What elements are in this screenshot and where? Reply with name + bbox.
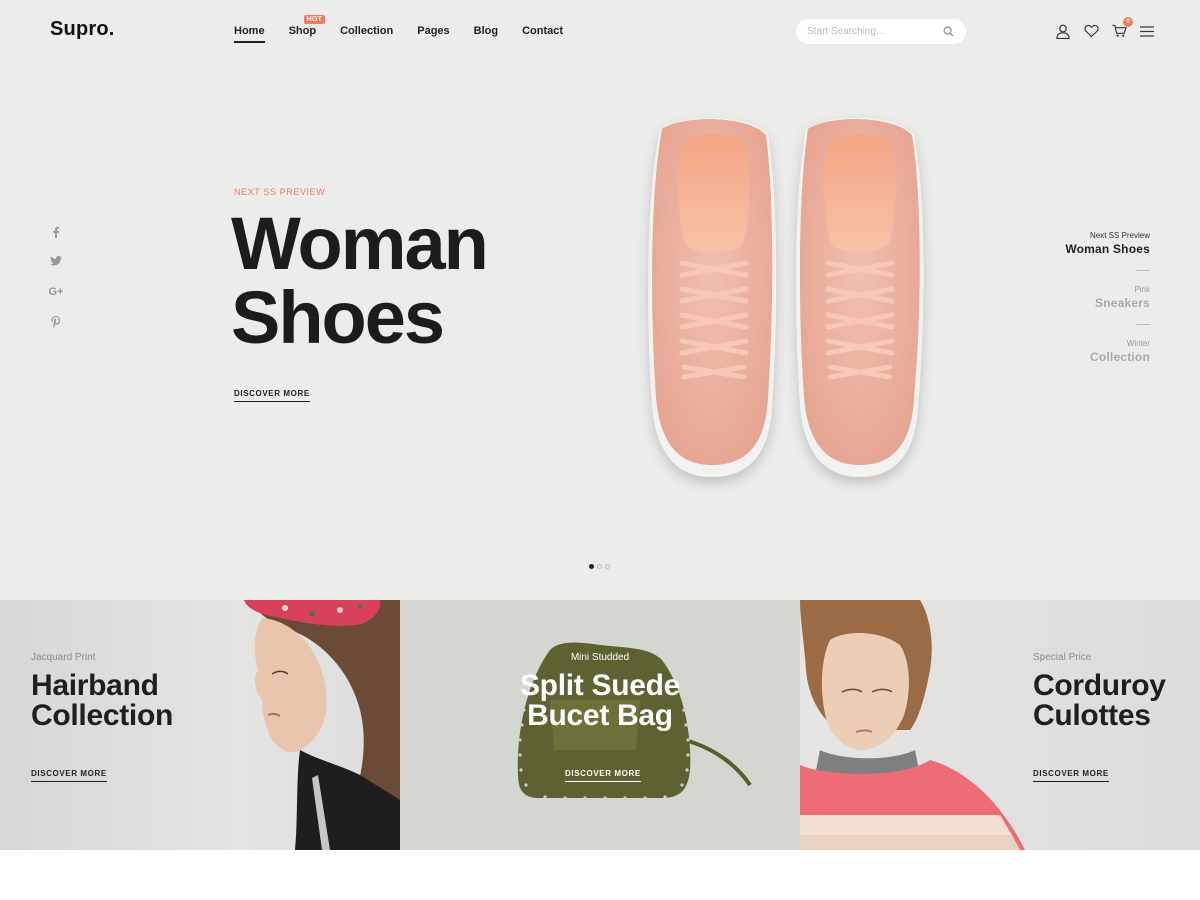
header-actions: 0 <box>1055 17 1155 39</box>
twitter-icon[interactable] <box>47 256 65 272</box>
hero-title: Woman Shoes <box>231 207 591 355</box>
search-box <box>796 19 966 44</box>
slide-sub: Next SS Preview <box>1089 231 1150 240</box>
hero-eyebrow: NEXT SS PREVIEW <box>234 187 326 197</box>
menu-icon[interactable] <box>1139 23 1155 39</box>
slide-name: Woman Shoes <box>1065 242 1150 256</box>
facebook-icon[interactable] <box>47 226 65 242</box>
site-logo[interactable]: Supro. <box>50 18 115 41</box>
hero-title-line2: Shoes <box>231 276 445 359</box>
user-icon[interactable] <box>1055 23 1071 39</box>
banner-subtitle: Jacquard Print <box>31 652 96 663</box>
nav-blog[interactable]: Blog <box>474 25 498 43</box>
banner-discover-button[interactable]: DISCOVER MORE <box>565 769 641 782</box>
slide-divider <box>1136 324 1150 325</box>
social-links: G+ <box>47 226 65 332</box>
nav-home[interactable]: Home <box>234 25 265 43</box>
nav-shop-label: Shop <box>288 25 317 37</box>
banner-title-line2: Bucet Bag <box>527 699 673 732</box>
nav-shop[interactable]: Shop HOT <box>288 15 326 43</box>
slide-name: Sneakers <box>1095 296 1150 310</box>
banner-title-line1: Corduroy <box>1033 669 1166 702</box>
search-input[interactable] <box>807 26 941 37</box>
banner-title: Split Suede Bucet Bag <box>400 671 800 731</box>
slide-link-collection[interactable]: Winter Collection <box>1010 339 1150 364</box>
hero-title-line1: Woman <box>231 202 489 285</box>
banner-hairband: Jacquard Print Hairband Collection DISCO… <box>0 600 400 850</box>
slider-dot-1[interactable] <box>589 564 594 569</box>
cart-count-badge: 0 <box>1123 17 1133 27</box>
hero-discover-button[interactable]: DISCOVER MORE <box>234 389 310 402</box>
cart-icon[interactable]: 0 <box>1111 17 1133 39</box>
search-icon[interactable] <box>941 25 955 39</box>
slide-link-woman-shoes[interactable]: Next SS Preview Woman Shoes <box>1010 231 1150 256</box>
heart-icon[interactable] <box>1083 23 1099 39</box>
main-nav: Home Shop HOT Collection Pages Blog Cont… <box>234 15 587 43</box>
banner-title: Corduroy Culottes <box>1033 671 1200 731</box>
nav-contact[interactable]: Contact <box>522 25 563 43</box>
banner-discover-button[interactable]: DISCOVER MORE <box>1033 769 1109 782</box>
slide-name: Collection <box>1089 350 1150 364</box>
banner-title-line2: Collection <box>31 699 174 732</box>
slide-sub: Pink <box>1134 285 1150 294</box>
slider-dots <box>589 564 610 569</box>
nav-pages[interactable]: Pages <box>417 25 449 43</box>
pinterest-icon[interactable] <box>47 316 65 332</box>
hero-section: Supro. Home Shop HOT Collection Pages Bl… <box>0 0 1200 600</box>
banner-title: Hairband Collection <box>31 671 251 731</box>
hot-badge: HOT <box>303 15 326 24</box>
slider-dot-3[interactable] <box>605 564 610 569</box>
slide-divider <box>1136 270 1150 271</box>
slide-navigation: Next SS Preview Woman Shoes Pink Sneaker… <box>1010 231 1150 364</box>
banner-subtitle: Mini Studded <box>570 652 630 663</box>
banner-subtitle: Special Price <box>1033 652 1092 663</box>
banner-bag: Mini Studded Split Suede Bucet Bag DISCO… <box>400 600 800 850</box>
slider-dot-2[interactable] <box>597 564 602 569</box>
banner-culottes: Special Price Corduroy Culottes DISCOVER… <box>800 600 1200 850</box>
google-plus-icon[interactable]: G+ <box>47 286 65 302</box>
banner-discover-button[interactable]: DISCOVER MORE <box>31 769 107 782</box>
slide-sub: Winter <box>1126 339 1150 348</box>
banner-title-line1: Hairband <box>31 669 159 702</box>
banner-title-line1: Split Suede <box>519 669 681 702</box>
nav-collection[interactable]: Collection <box>340 25 393 43</box>
slide-link-sneakers[interactable]: Pink Sneakers <box>1010 285 1150 310</box>
hero-shoes-image <box>648 117 924 477</box>
banner-title-line2: Culottes <box>1033 699 1151 732</box>
